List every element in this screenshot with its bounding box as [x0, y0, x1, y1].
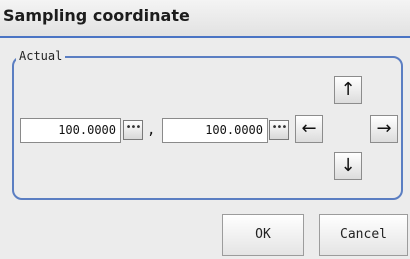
- dialog-titlebar: Sampling coordinate: [0, 0, 410, 38]
- arrow-left-icon: ←: [301, 118, 317, 139]
- ok-button[interactable]: OK: [222, 214, 304, 256]
- ellipsis-icon: •••: [125, 122, 142, 133]
- move-left-button[interactable]: ←: [295, 115, 323, 143]
- move-up-button[interactable]: ↑: [334, 76, 362, 104]
- arrow-up-icon: ↑: [340, 79, 356, 100]
- dialog-title: Sampling coordinate: [3, 6, 190, 25]
- actual-group-label: Actual: [16, 49, 66, 63]
- arrow-right-icon: →: [376, 118, 392, 139]
- y-ellipsis-button[interactable]: •••: [269, 120, 289, 140]
- coordinate-separator: ,: [147, 122, 156, 138]
- x-ellipsis-button[interactable]: •••: [123, 120, 143, 140]
- ellipsis-icon: •••: [271, 122, 288, 133]
- x-coordinate-field[interactable]: 100.0000: [20, 118, 121, 143]
- cancel-button[interactable]: Cancel: [319, 214, 408, 256]
- move-right-button[interactable]: →: [370, 115, 398, 143]
- move-down-button[interactable]: ↓: [334, 152, 362, 180]
- y-coordinate-field[interactable]: 100.0000: [162, 118, 268, 143]
- arrow-down-icon: ↓: [340, 155, 356, 176]
